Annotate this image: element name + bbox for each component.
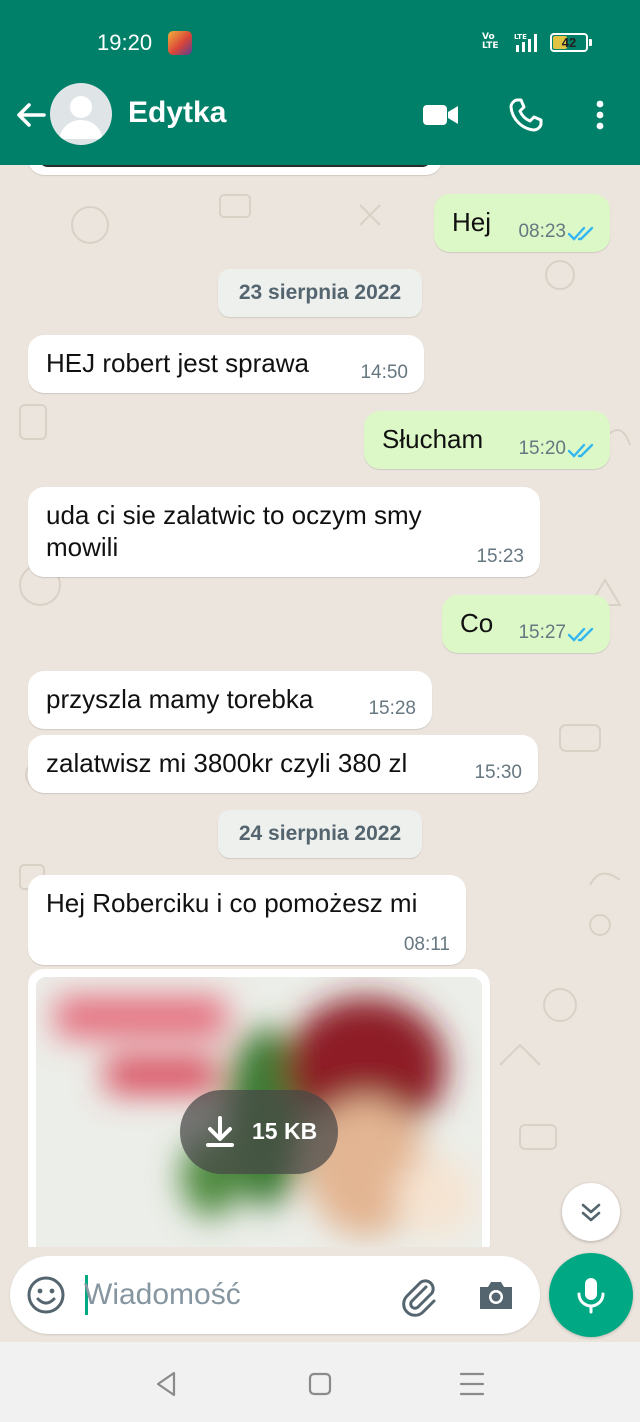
scroll-to-bottom-button[interactable] [562, 1183, 620, 1241]
camera-icon[interactable] [474, 1273, 518, 1317]
avatar[interactable] [50, 83, 112, 145]
mic-icon [577, 1278, 605, 1314]
message-text: Słucham [382, 424, 484, 454]
message-text: HEJ robert jest sprawa [46, 348, 309, 378]
message-time: 15:28 [368, 698, 416, 719]
phone-icon[interactable] [506, 95, 546, 135]
read-ticks-icon [567, 226, 594, 241]
nav-home-icon[interactable] [300, 1364, 340, 1404]
message-time: 15:30 [474, 762, 522, 783]
message-time: 14:50 [360, 362, 408, 383]
date-separator: 24 sierpnia 2022 [218, 810, 422, 858]
app-notification-icon [168, 31, 192, 55]
back-arrow-icon[interactable] [10, 95, 50, 135]
nav-back-icon[interactable] [146, 1364, 186, 1404]
message-composer [10, 1256, 540, 1334]
message-bubble-incoming[interactable]: uda ci sie zalatwic to oczym smy mowili … [28, 487, 540, 577]
message-bubble-incoming[interactable]: HEJ robert jest sprawa 14:50 [28, 335, 424, 393]
video-call-icon[interactable] [420, 95, 460, 135]
message-input[interactable] [84, 1274, 384, 1316]
message-bubble-outgoing[interactable]: Hej 08:23 [434, 194, 610, 252]
contact-name[interactable]: Edytka [128, 96, 226, 130]
previous-media-bubble[interactable] [28, 165, 442, 175]
battery-percent: 42 [561, 35, 577, 50]
chat-header: 19:20 Vo LTE LTE 42 Edytka [0, 0, 640, 165]
message-time: 15:20 [518, 438, 566, 459]
message-time: 08:11 [403, 934, 450, 955]
date-separator: 23 sierpnia 2022 [218, 269, 422, 317]
download-size: 15 KB [252, 1118, 318, 1144]
chat-area[interactable]: Hej 08:23 23 sierpnia 2022 HEJ robert je… [0, 165, 640, 1247]
message-bubble-incoming[interactable]: zalatwisz mi 3800kr czyli 380 zl 15:30 [28, 735, 538, 793]
voice-message-button[interactable] [549, 1253, 633, 1337]
emoji-icon[interactable] [24, 1273, 68, 1317]
volte-indicator: Vo LTE [482, 32, 499, 51]
battery-cap [589, 39, 592, 46]
read-ticks-icon [567, 627, 594, 642]
message-bubble-incoming[interactable]: przyszla mamy torebka 15:28 [28, 671, 432, 729]
message-text: Hej [452, 207, 492, 237]
message-text: przyszla mamy torebka [46, 684, 314, 714]
nav-recents-icon[interactable] [452, 1364, 492, 1404]
message-bubble-outgoing[interactable]: Słucham 15:20 [364, 411, 610, 469]
message-time: 08:23 [518, 221, 566, 242]
status-time: 19:20 [97, 30, 153, 55]
message-time: 15:27 [518, 622, 566, 643]
message-text: zalatwisz mi 3800kr czyli 380 zl [46, 748, 408, 778]
download-button[interactable]: 15 KB [180, 1090, 338, 1174]
message-text: Hej Roberciku i co pomożesz mi [46, 888, 418, 918]
more-vert-icon[interactable] [580, 95, 620, 135]
message-text: Co [460, 608, 494, 638]
system-navigation-bar [0, 1342, 640, 1422]
battery-icon: 42 [550, 33, 588, 52]
message-bubble-outgoing[interactable]: Co 15:27 [442, 595, 610, 653]
double-chevron-down-icon [581, 1203, 601, 1222]
avatar-placeholder-icon [59, 96, 103, 139]
lte-label: LTE [514, 33, 527, 41]
message-text: uda ci sie zalatwic to oczym smy mowili [46, 500, 422, 562]
message-bubble-incoming[interactable]: Hej Roberciku i co pomożesz mi 08:11 [28, 875, 466, 965]
message-time: 15:23 [476, 546, 524, 567]
status-bar: 19:20 Vo LTE LTE 42 [0, 0, 640, 82]
signal-strength-icon: LTE [514, 33, 537, 52]
attach-icon[interactable] [396, 1273, 440, 1317]
download-icon [206, 1116, 234, 1147]
read-ticks-icon [567, 443, 594, 458]
